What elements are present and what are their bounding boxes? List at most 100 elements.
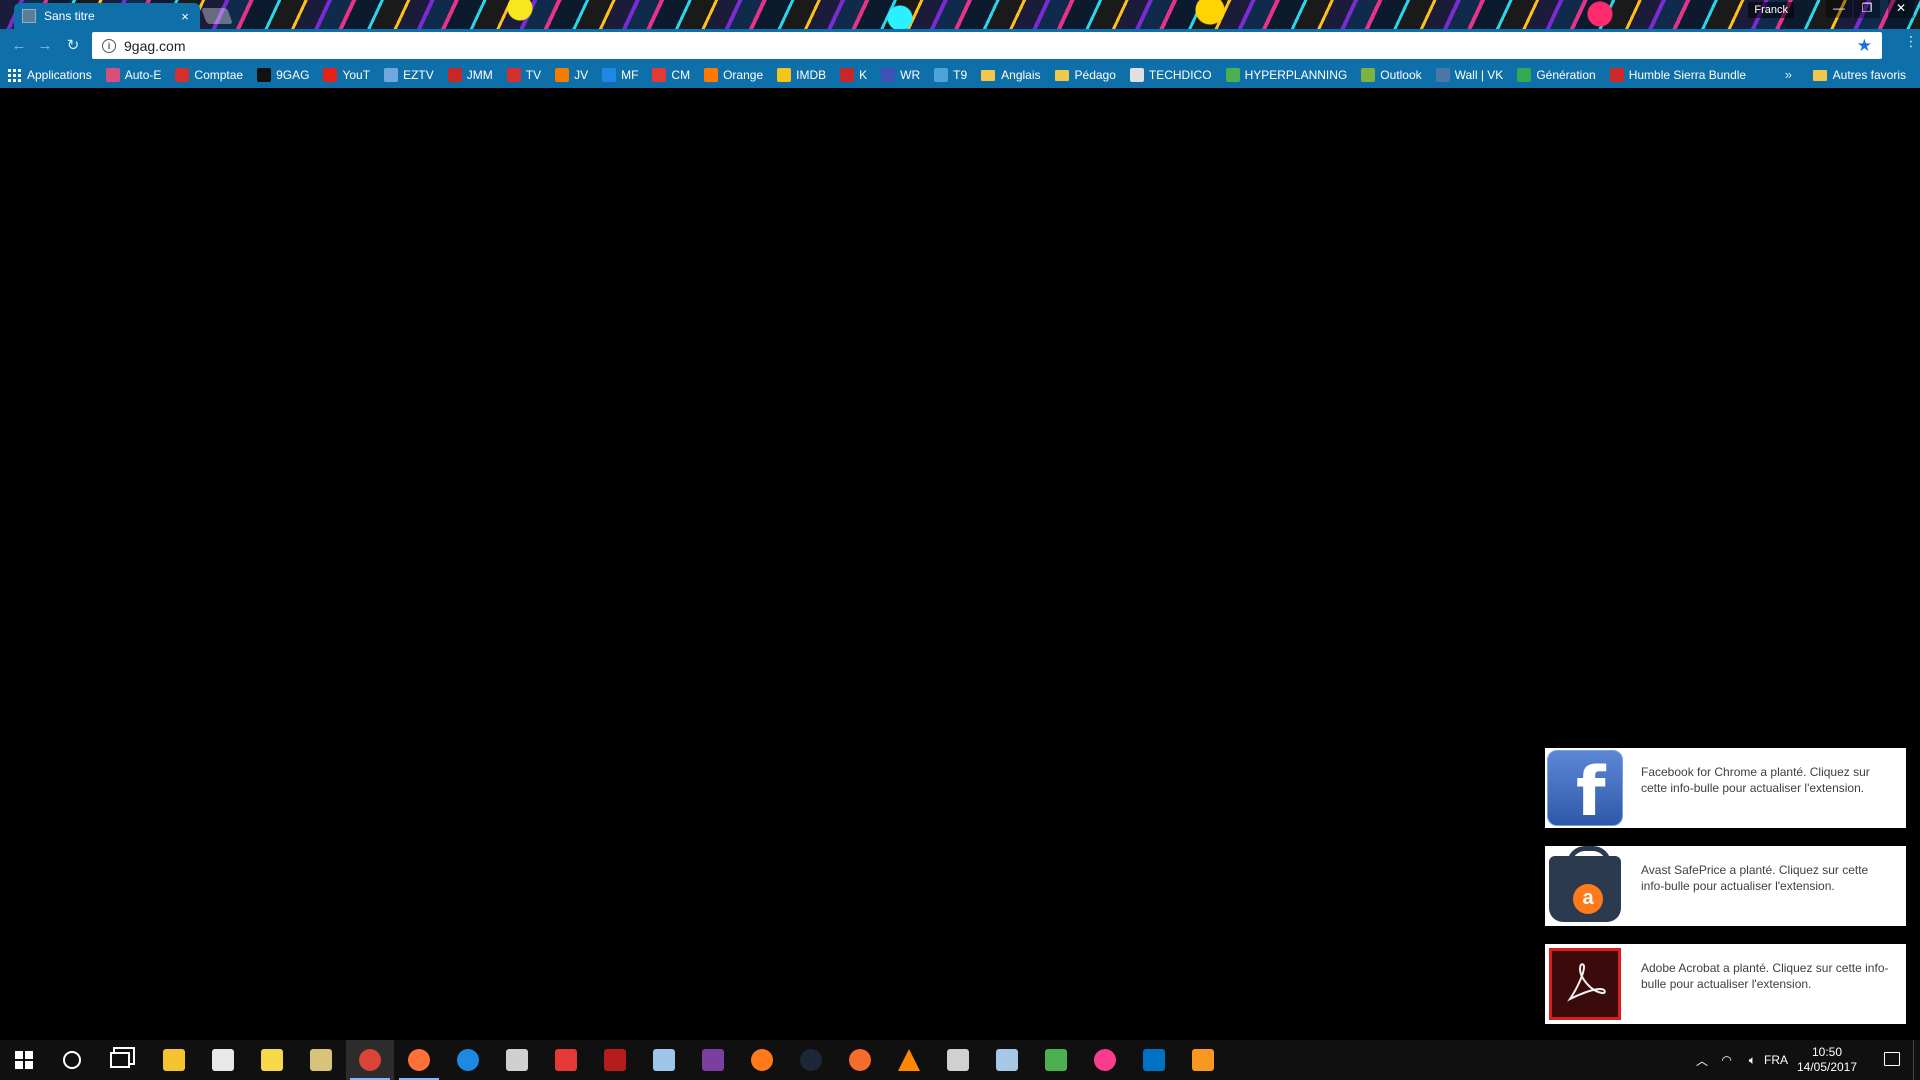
bookmark-label: CM bbox=[671, 68, 691, 82]
taskbar-acrobat-button[interactable] bbox=[591, 1040, 639, 1080]
task-view-button[interactable] bbox=[96, 1040, 144, 1080]
bookmark-tv[interactable]: TV bbox=[506, 68, 542, 82]
minimize-button[interactable]: — bbox=[1826, 0, 1852, 18]
acrobat-crash-notification[interactable]: Adobe Acrobat a planté. Cliquez sur cett… bbox=[1545, 944, 1906, 1024]
tv-icon bbox=[506, 68, 521, 82]
other-bookmarks-folder[interactable]: Autres favoris bbox=[1812, 68, 1906, 82]
taskbar-origin-button[interactable] bbox=[836, 1040, 884, 1080]
bookmark-label: Humble Sierra Bundle bbox=[1628, 68, 1747, 82]
volume-icon[interactable]: 🔈︎ bbox=[1749, 1040, 1756, 1080]
bookmark-label: MF bbox=[621, 68, 639, 82]
tab-title: Sans titre bbox=[44, 9, 95, 23]
network-icon[interactable]: ◠ bbox=[1722, 1040, 1732, 1080]
taskbar-outlook-button[interactable] bbox=[1130, 1040, 1178, 1080]
action-center-icon[interactable] bbox=[1884, 1052, 1900, 1066]
bookmark-label: TV bbox=[525, 68, 542, 82]
tab-close-icon[interactable]: × bbox=[178, 9, 192, 24]
back-arrow-icon[interactable]: ← bbox=[10, 37, 28, 55]
browser-tab[interactable]: Sans titre × bbox=[14, 3, 200, 29]
taskbar-vlc-button[interactable] bbox=[885, 1040, 933, 1080]
bookmark-génération[interactable]: Génération bbox=[1517, 68, 1596, 82]
show-desktop-button[interactable] bbox=[1913, 1040, 1920, 1080]
taskbar-file-explorer-button[interactable] bbox=[150, 1040, 198, 1080]
other-bookmarks-label: Autres favoris bbox=[1832, 68, 1906, 82]
store-icon bbox=[212, 1049, 234, 1071]
mf-icon bbox=[602, 68, 617, 82]
search-button[interactable] bbox=[48, 1040, 96, 1080]
taskbar-java-button[interactable] bbox=[1179, 1040, 1227, 1080]
humble-icon bbox=[1609, 68, 1624, 82]
bookmark-9gag[interactable]: 9GAG bbox=[257, 68, 309, 82]
folder-icon bbox=[1054, 69, 1069, 81]
tray-overflow-icon[interactable]: ︿ bbox=[1696, 1040, 1708, 1080]
bookmark-orange[interactable]: Orange bbox=[704, 68, 763, 82]
bookmark-humble-sierra-bundle[interactable]: Humble Sierra Bundle bbox=[1609, 68, 1747, 82]
bookmark-applications[interactable]: Applications bbox=[8, 68, 92, 82]
bookmark-yout[interactable]: YouT bbox=[323, 68, 370, 82]
bookmark-eztv[interactable]: EZTV bbox=[384, 68, 434, 82]
bookmark-outlook[interactable]: Outlook bbox=[1361, 68, 1422, 82]
bookmark-wr[interactable]: WR bbox=[881, 68, 920, 82]
bookmark-star-icon[interactable]: ★ bbox=[1857, 36, 1872, 56]
taskbar-edge-button[interactable] bbox=[444, 1040, 492, 1080]
bookmark-auto-e[interactable]: Auto-E bbox=[105, 68, 161, 82]
forward-arrow-icon[interactable]: → bbox=[36, 37, 54, 55]
url-text[interactable]: 9gag.com bbox=[124, 38, 1857, 54]
calculator-icon bbox=[506, 1049, 528, 1071]
bookmark-hyperplanning[interactable]: HYPERPLANNING bbox=[1225, 68, 1347, 82]
taskbar-paint-button[interactable] bbox=[640, 1040, 688, 1080]
bookmark-k[interactable]: K bbox=[840, 68, 867, 82]
bookmark-techdico[interactable]: TECHDICO bbox=[1129, 68, 1212, 82]
avast-icon: a bbox=[1545, 846, 1625, 926]
avast-crash-notification[interactable]: a Avast SafePrice a planté. Cliquez sur … bbox=[1545, 846, 1906, 926]
sticky-notes-icon bbox=[261, 1049, 283, 1071]
taskbar-sticky-notes-button[interactable] bbox=[248, 1040, 296, 1080]
bookmark-jmm[interactable]: JMM bbox=[447, 68, 493, 82]
taskbar-feather-button[interactable] bbox=[934, 1040, 982, 1080]
chrome-menu-icon[interactable]: ⋮ bbox=[1904, 34, 1918, 48]
taskbar-clock[interactable]: 10:50 14/05/2017 bbox=[1792, 1045, 1862, 1075]
bookmark-wall-vk[interactable]: Wall | VK bbox=[1435, 68, 1504, 82]
bookmark-imdb[interactable]: IMDB bbox=[777, 68, 826, 82]
notification-text: Facebook for Chrome a planté. Cliquez su… bbox=[1641, 765, 1870, 795]
page-favicon-icon bbox=[22, 9, 36, 23]
profile-button[interactable]: Franck bbox=[1748, 2, 1794, 18]
bookmark-cm[interactable]: CM bbox=[652, 68, 690, 82]
taskbar-winrar-button[interactable] bbox=[689, 1040, 737, 1080]
taskbar-firefox-button[interactable] bbox=[395, 1040, 443, 1080]
taskbar-avast-button[interactable] bbox=[738, 1040, 786, 1080]
bookmark-label: Wall | VK bbox=[1454, 68, 1504, 82]
java-icon bbox=[1192, 1049, 1214, 1071]
start-button[interactable] bbox=[0, 1040, 48, 1080]
bookmark-jv[interactable]: JV bbox=[555, 68, 588, 82]
bookmark-mf[interactable]: MF bbox=[602, 68, 638, 82]
taskbar-itunes-button[interactable] bbox=[1081, 1040, 1129, 1080]
taskbar-chrome-button[interactable] bbox=[346, 1040, 394, 1080]
bookmark-label: K bbox=[859, 68, 868, 82]
taskbar-steam-button[interactable] bbox=[787, 1040, 835, 1080]
reload-icon[interactable]: ↻ bbox=[64, 37, 82, 55]
language-indicator[interactable]: FRA bbox=[1764, 1040, 1788, 1080]
taskbar-files-button[interactable] bbox=[297, 1040, 345, 1080]
bookmarks-overflow-icon[interactable]: » bbox=[1785, 67, 1792, 82]
outlook-icon bbox=[1361, 68, 1376, 82]
bookmark-anglais[interactable]: Anglais bbox=[981, 68, 1041, 82]
taskbar-mail-app-button[interactable] bbox=[983, 1040, 1031, 1080]
facebook-crash-notification[interactable]: f Facebook for Chrome a planté. Cliquez … bbox=[1545, 748, 1906, 828]
taskbar-ccleaner-button[interactable] bbox=[542, 1040, 590, 1080]
bookmark-pédago[interactable]: Pédago bbox=[1054, 68, 1116, 82]
taskbar-media-app-button[interactable] bbox=[1032, 1040, 1080, 1080]
taskbar-calculator-button[interactable] bbox=[493, 1040, 541, 1080]
new-tab-button[interactable] bbox=[201, 8, 233, 24]
site-info-icon[interactable]: i bbox=[102, 38, 116, 53]
bookmark-label: JMM bbox=[466, 68, 493, 82]
auto-e-icon bbox=[105, 68, 120, 82]
ccleaner-icon bbox=[555, 1049, 577, 1071]
restore-button[interactable]: ❐ bbox=[1854, 0, 1880, 18]
windows-logo-icon bbox=[15, 1051, 33, 1069]
bookmark-t9[interactable]: T9 bbox=[934, 68, 967, 82]
bookmark-comptae[interactable]: Comptae bbox=[175, 68, 243, 82]
taskbar-store-button[interactable] bbox=[199, 1040, 247, 1080]
address-bar[interactable]: i 9gag.com ★ bbox=[92, 32, 1882, 59]
close-window-button[interactable]: ✕ bbox=[1888, 0, 1914, 18]
